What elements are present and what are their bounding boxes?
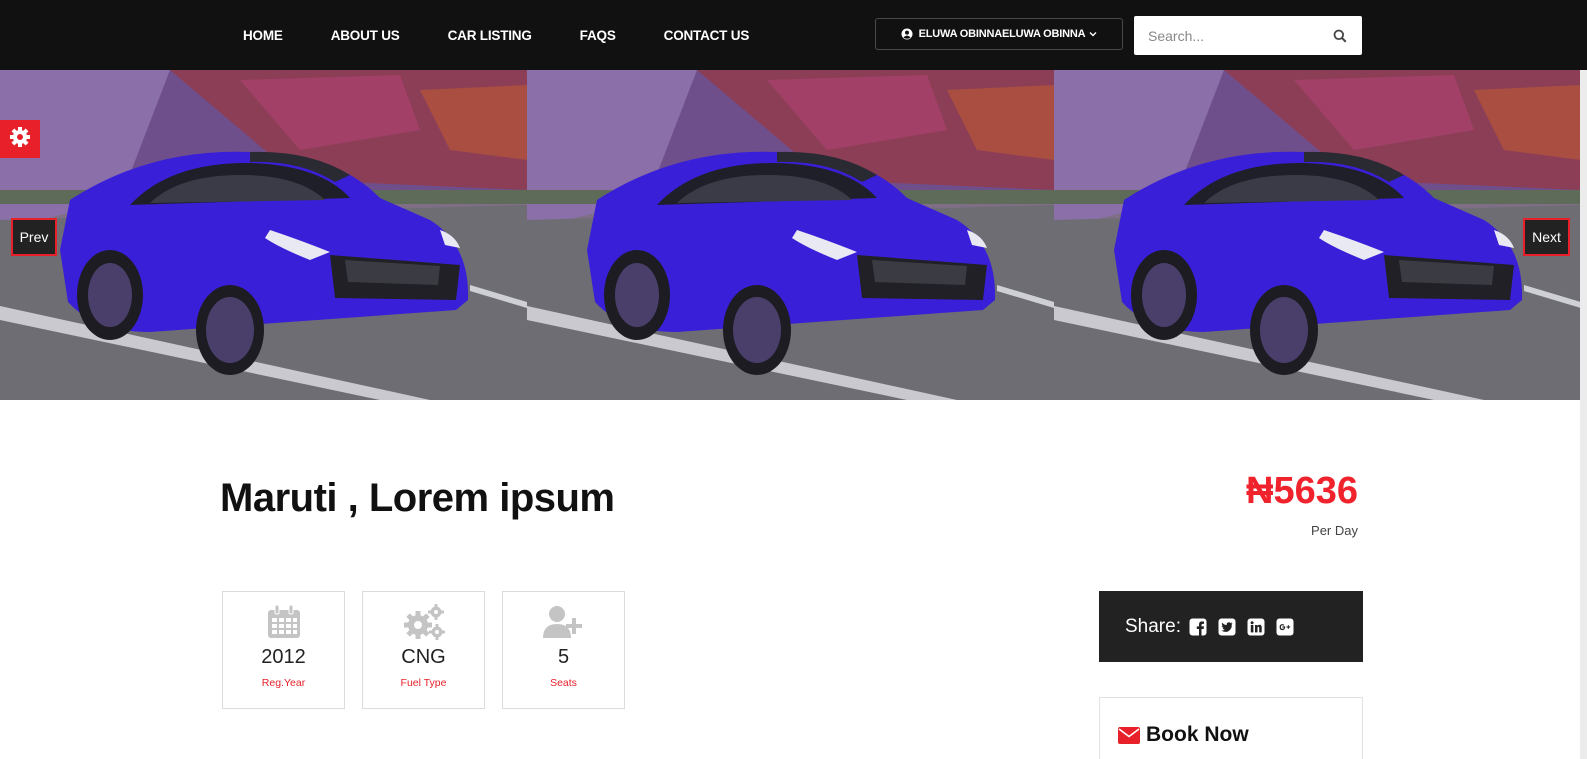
search-icon[interactable]	[1320, 17, 1360, 54]
user-plus-icon	[503, 602, 624, 642]
main-nav: HOME ABOUT US CAR LISTING FAQS CONTACT U…	[243, 0, 797, 70]
price-period: Per Day	[1311, 523, 1358, 538]
top-navbar: HOME ABOUT US CAR LISTING FAQS CONTACT U…	[0, 0, 1587, 70]
facebook-icon[interactable]	[1189, 618, 1207, 636]
google-plus-icon[interactable]	[1276, 618, 1294, 636]
spec-label: Reg.Year	[261, 677, 306, 689]
user-menu-label: ELUWA OBINNAELUWA OBINNA	[918, 28, 1086, 40]
share-widget: Share:	[1099, 591, 1363, 662]
car-image	[527, 70, 1054, 400]
gear-icon	[9, 126, 31, 153]
twitter-icon[interactable]	[1218, 618, 1236, 636]
nav-faqs[interactable]: FAQS	[580, 28, 616, 43]
chevron-down-icon	[1089, 31, 1097, 37]
spec-card-seats: 5 Seats	[502, 591, 625, 709]
carousel-prev-button[interactable]: Prev	[11, 218, 57, 256]
booking-heading: Book Now	[1118, 723, 1249, 747]
car-image	[0, 70, 527, 400]
search-input[interactable]	[1134, 17, 1320, 54]
spec-label: Seats	[550, 677, 577, 689]
settings-toggle[interactable]	[0, 120, 40, 158]
vehicle-price: ₦5636	[1246, 470, 1358, 512]
image-carousel	[0, 70, 1580, 400]
spec-card-reg-year: 2012 Reg.Year	[222, 591, 345, 709]
linkedin-icon[interactable]	[1247, 618, 1265, 636]
vehicle-title: Maruti , Lorem ipsum	[220, 476, 615, 520]
share-label: Share:	[1125, 615, 1181, 637]
carousel-slide	[0, 70, 527, 400]
nav-car-listing[interactable]: CAR LISTING	[448, 28, 532, 43]
user-circle-icon	[901, 28, 913, 40]
spec-value: 2012	[261, 646, 306, 668]
carousel-next-button[interactable]: Next	[1523, 218, 1570, 256]
nav-about-us[interactable]: ABOUT US	[331, 28, 400, 43]
nav-home[interactable]: HOME	[243, 28, 283, 43]
car-image	[1054, 70, 1580, 400]
spec-card-fuel-type: CNG Fuel Type	[362, 591, 485, 709]
user-menu-button[interactable]: ELUWA OBINNAELUWA OBINNA	[875, 18, 1123, 50]
carousel-slide	[527, 70, 1054, 400]
gears-icon	[363, 602, 484, 642]
nav-contact-us[interactable]: CONTACT US	[664, 28, 750, 43]
spec-value: CNG	[401, 646, 446, 668]
search-box	[1134, 16, 1362, 55]
spec-value: 5	[557, 646, 570, 668]
envelope-icon	[1118, 726, 1140, 744]
page-scrollbar[interactable]	[1580, 70, 1587, 759]
booking-panel: Book Now	[1099, 697, 1363, 759]
spec-label: Fuel Type	[400, 677, 447, 689]
booking-title: Book Now	[1146, 723, 1249, 746]
carousel-slide	[1054, 70, 1580, 400]
calendar-icon	[223, 602, 344, 642]
